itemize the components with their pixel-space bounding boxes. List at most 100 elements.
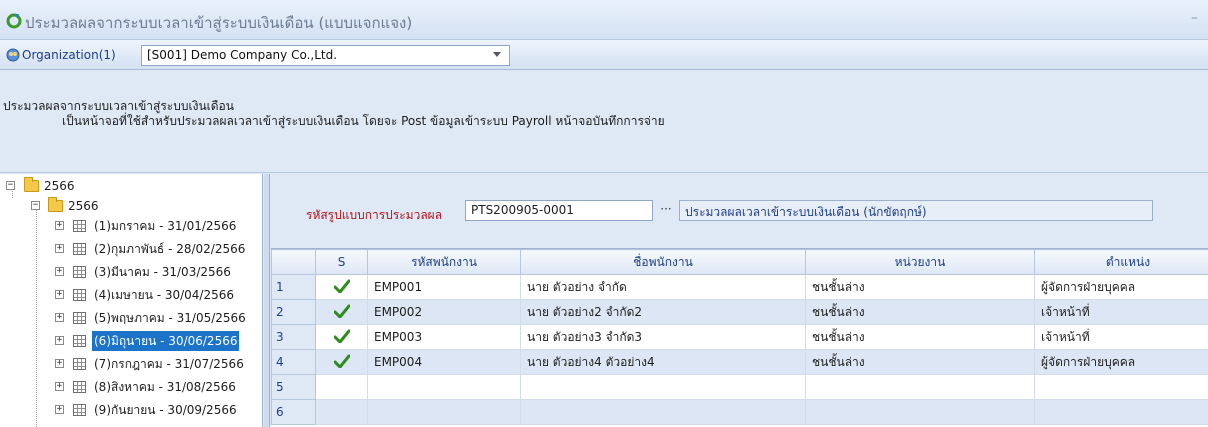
table-icon [73,289,86,301]
expand-icon[interactable]: + [55,313,64,322]
table-row[interactable]: 1 EMP001 นาย ตัวอย่าง จำกัด ชนชั้นล่าง ผู้จั… [271,274,1208,300]
tree-node-year[interactable]: − 2566 [0,196,260,216]
tree-node-label: 2566 [44,179,75,193]
grid-header-rownum [271,249,316,275]
table-icon [73,312,86,324]
position-cell [1034,374,1208,400]
department-cell: ชนชั้นล่าง [805,324,1035,350]
grid-header-employee-code[interactable]: รหัสพนักงาน [367,249,521,275]
department-cell [805,374,1035,400]
select-cell[interactable] [315,399,368,425]
row-number-cell: 1 [271,274,316,300]
collapse-icon[interactable]: − [31,201,40,210]
table-icon [73,381,86,393]
row-number-cell: 5 [271,374,316,400]
position-cell: ผู้จัดการฝ่ายบุคคล [1034,274,1208,300]
process-format-label: รหัสรูปแบบการประมวลผล [306,208,443,222]
organization-label[interactable]: Organization(1) [22,48,116,62]
department-cell [805,399,1035,425]
tree-node-label: (7)กรกฎาคม - 31/07/2566 [94,357,244,371]
expand-icon[interactable]: + [55,336,64,345]
employee-name-cell [520,399,806,425]
tree-node-period[interactable]: + (7)กรกฎาคม - 31/07/2566 [0,354,260,374]
employee-code-cell: EMP001 [367,274,521,300]
employee-code-cell [367,374,521,400]
table-row[interactable]: 4 EMP004 นาย ตัวอย่าง4 ตัวอย่าง4 ชนชั้นล่าง… [271,349,1208,375]
table-row[interactable]: 6 [271,399,1208,425]
table-icon [73,266,86,278]
grid-header-row: S รหัสพนักงาน ชื่อพนักงาน หน่วยงาน ตำแหน… [271,249,1208,275]
tree-node-period[interactable]: + (2)กุมภาพันธ์ - 28/02/2566 [0,239,260,259]
tree-node-period[interactable]: + (1)มกราคม - 31/01/2566 [0,216,260,236]
tree-node-label: (9)กันยายน - 30/09/2566 [94,403,237,417]
table-icon [73,404,86,416]
tree-node-period[interactable]: + (4)เมษายน - 30/04/2566 [0,285,260,305]
grid-header-department[interactable]: หน่วยงาน [805,249,1035,275]
employee-name-cell: นาย ตัวอย่าง จำกัด [520,274,806,300]
position-cell: ผู้จัดการฝ่ายบุคคล [1034,349,1208,375]
row-number-cell: 2 [271,299,316,325]
process-format-name: ประมวลผลเวลาเข้าระบบเงินเดือน (นักขัตฤกษ… [679,200,1153,221]
employee-code-cell [367,399,521,425]
table-row[interactable]: 2 EMP002 นาย ตัวอย่าง2 จำกัด2 ชนชั้นล่าง เจ้… [271,299,1208,325]
expand-icon[interactable]: + [55,244,64,253]
select-cell[interactable] [315,349,368,375]
grid-header-position[interactable]: ตำแหน่ง [1034,249,1208,275]
tree-node-label: (3)มีนาคม - 31/03/2566 [94,265,231,279]
organization-selected-value: [S001] Demo Company Co.,Ltd. [147,48,338,62]
tree-node-period[interactable]: + (9)กันยายน - 30/09/2566 [0,400,260,420]
lookup-button[interactable]: ··· [655,200,677,221]
collapse-icon[interactable]: − [6,181,15,190]
period-tree: − 2566 − 2566 + (1)มกราคม - 31/01/2566 + (2… [0,174,263,427]
employee-name-cell: นาย ตัวอย่าง2 จำกัด2 [520,299,806,325]
expand-icon[interactable]: + [55,221,64,230]
tree-node-label: (2)กุมภาพันธ์ - 28/02/2566 [94,242,246,256]
title-bar: ประมวลผลจากระบบเวลาเข้าสู่ระบบเงินเดือน … [0,0,1208,40]
expand-icon[interactable]: + [55,290,64,299]
expand-icon[interactable]: + [55,359,64,368]
select-cell[interactable] [315,374,368,400]
tree-node-label: (5)พฤษภาคม - 31/05/2566 [94,311,246,325]
expand-icon[interactable]: + [55,405,64,414]
table-row[interactable]: 5 [271,374,1208,400]
select-cell[interactable] [315,299,368,325]
panel-splitter[interactable] [264,174,270,427]
description-text: เป็นหน้าจอที่ใช้สำหรับประมวลผลเวลาเข้าสู… [62,114,665,128]
folder-icon [48,197,63,212]
window-title: ประมวลผลจากระบบเวลาเข้าสู่ระบบเงินเดือน … [25,14,413,32]
process-format-code-input[interactable]: PTS200905-0001 [465,200,653,221]
tree-node-period[interactable]: + (8)สิงหาคม - 31/08/2566 [0,377,260,397]
organization-icon [6,48,20,62]
tree-node-period[interactable]: + (6)มิถุนายน - 30/06/2566 [0,331,260,351]
minimize-button[interactable]: – [1191,10,1198,26]
select-cell[interactable] [315,324,368,350]
tree-node-period[interactable]: + (3)มีนาคม - 31/03/2566 [0,262,260,282]
table-icon [73,335,86,347]
tree-node-label: (8)สิงหาคม - 31/08/2566 [94,380,236,394]
checkmark-icon [333,329,350,343]
row-number-cell: 4 [271,349,316,375]
folder-icon [24,177,39,192]
tree-node-label: (1)มกราคม - 31/01/2566 [94,219,237,233]
department-cell: ชนชั้นล่าง [805,274,1035,300]
table-icon [73,243,86,255]
employee-grid: S รหัสพนักงาน ชื่อพนักงาน หน่วยงาน ตำแหน… [271,248,1208,427]
chevron-down-icon[interactable] [493,52,501,57]
expand-icon[interactable]: + [55,382,64,391]
select-cell[interactable] [315,274,368,300]
row-number-cell: 6 [271,399,316,425]
tree-node-period[interactable]: + (5)พฤษภาคม - 31/05/2566 [0,308,260,328]
checkmark-icon [333,354,350,368]
expand-icon[interactable]: + [55,267,64,276]
organization-select[interactable]: [S001] Demo Company Co.,Ltd. [141,45,510,66]
grid-header-select[interactable]: S [315,249,368,275]
employee-name-cell: นาย ตัวอย่าง4 ตัวอย่าง4 [520,349,806,375]
tree-node-label: (6)มิถุนายน - 30/06/2566 [92,331,240,351]
employee-code-cell: EMP002 [367,299,521,325]
table-row[interactable]: 3 EMP003 นาย ตัวอย่าง3 จำกัด3 ชนชั้นล่าง เจ้… [271,324,1208,350]
employee-name-cell [520,374,806,400]
tree-node-root[interactable]: − 2566 [0,176,260,196]
position-cell: เจ้าหน้าที่ [1034,324,1208,350]
checkmark-icon [333,279,350,293]
grid-header-employee-name[interactable]: ชื่อพนักงาน [520,249,806,275]
